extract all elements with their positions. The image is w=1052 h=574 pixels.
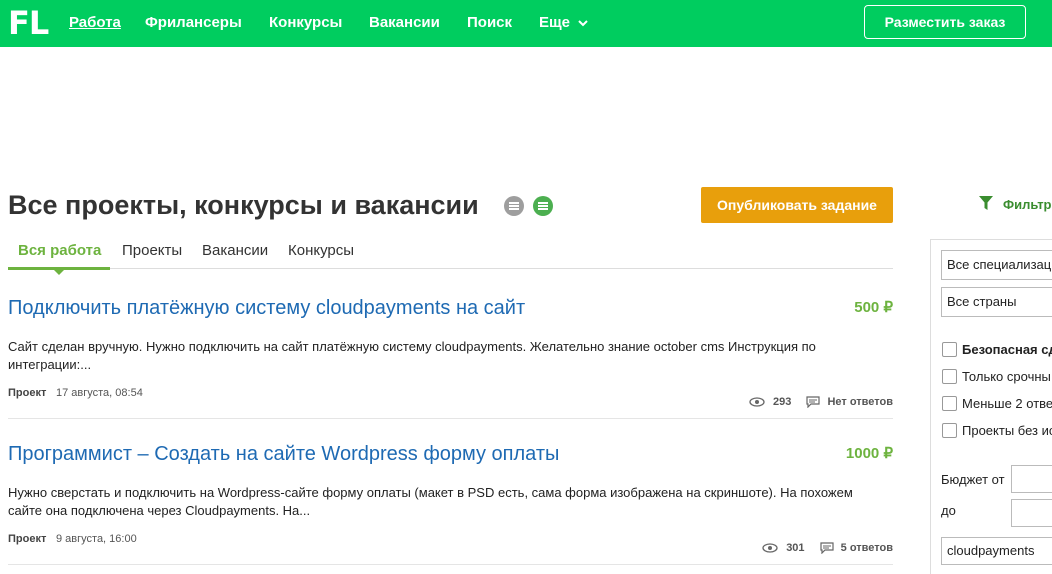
project-answers[interactable]: 5 ответов (841, 542, 893, 554)
chevron-down-icon (578, 20, 588, 27)
nav-item-vacancies[interactable]: Вакансии (369, 14, 440, 32)
urgent-label: Только срочны (962, 369, 1051, 384)
project-title-link[interactable]: Подключить платёжную систему cloudpaymen… (8, 296, 525, 320)
filter-icon[interactable] (979, 196, 993, 211)
fl-logo[interactable]: FL (8, 6, 49, 40)
nav-item-freelancers[interactable]: Фрилансеры (145, 14, 242, 32)
nav-item-more[interactable]: Еще (539, 14, 588, 32)
list-view-icon[interactable] (504, 196, 524, 216)
place-order-button[interactable]: Разместить заказ (864, 5, 1026, 39)
project-description: Сайт сделан вручную. Нужно подключить на… (8, 339, 816, 372)
project-stats: 293 Нет ответов (749, 395, 893, 409)
safe-deal-checkbox[interactable] (942, 342, 957, 357)
budget-from-input[interactable] (1011, 465, 1052, 493)
category-tabs: Вся работа Проекты Вакансии Конкурсы (8, 241, 893, 275)
divider (8, 564, 893, 565)
project-date: 17 августа, 08:54 (56, 387, 143, 399)
project-type: Проект (8, 533, 47, 545)
project-views: 293 (773, 396, 792, 408)
few-answers-label: Меньше 2 отве (962, 396, 1052, 411)
urgent-checkbox[interactable] (942, 369, 957, 384)
divider (8, 418, 893, 419)
comment-icon (820, 542, 834, 555)
budget-from-label: Бюджет от (941, 472, 1005, 487)
project-description: Нужно сверстать и подключить на Wordpres… (8, 485, 853, 518)
tab-vacancies[interactable]: Вакансии (202, 241, 268, 261)
safe-deal-label: Безопасная сд (962, 342, 1052, 357)
page-title: Все проекты, конкурсы и вакансии (8, 190, 479, 220)
nav-item-search[interactable]: Поиск (467, 14, 512, 32)
budget-to-label: до (941, 503, 956, 518)
top-navigation-bar: FL Работа Фрилансеры Конкурсы Вакансии П… (0, 0, 1052, 47)
project-date: 9 августа, 16:00 (56, 533, 137, 545)
project-answers[interactable]: Нет ответов (827, 396, 893, 408)
budget-to-input[interactable] (1011, 499, 1052, 527)
project-type: Проект (8, 387, 47, 399)
project-stats: 301 5 ответов (762, 541, 893, 555)
project-title-link[interactable]: Программист – Создать на сайте Wordpress… (8, 442, 559, 466)
active-tab-arrow (54, 270, 64, 275)
specialization-select[interactable]: Все специализац (941, 250, 1052, 280)
project-price: 500 ₽ (854, 299, 893, 316)
eye-icon (749, 397, 765, 407)
tab-projects[interactable]: Проекты (122, 241, 182, 261)
countries-select[interactable]: Все страны (941, 287, 1052, 317)
few-answers-checkbox[interactable] (942, 396, 957, 411)
publish-task-button[interactable]: Опубликовать задание (701, 187, 893, 223)
no-executor-label: Проекты без ис (962, 423, 1052, 438)
nav-item-work[interactable]: Работа (69, 14, 121, 32)
no-executor-checkbox[interactable] (942, 423, 957, 438)
project-views: 301 (786, 542, 805, 554)
tab-all-work[interactable]: Вся работа (18, 241, 101, 261)
eye-icon (762, 543, 778, 553)
keyword-input[interactable]: cloudpayments (941, 537, 1052, 565)
nav-item-more-label: Еще (539, 14, 571, 31)
comment-icon (806, 396, 821, 409)
tab-contests[interactable]: Конкурсы (288, 241, 354, 261)
filter-label[interactable]: Фильтр (1003, 197, 1052, 212)
detailed-view-icon[interactable] (533, 196, 553, 216)
project-price: 1000 ₽ (845, 445, 893, 462)
nav-item-contests[interactable]: Конкурсы (269, 14, 342, 32)
